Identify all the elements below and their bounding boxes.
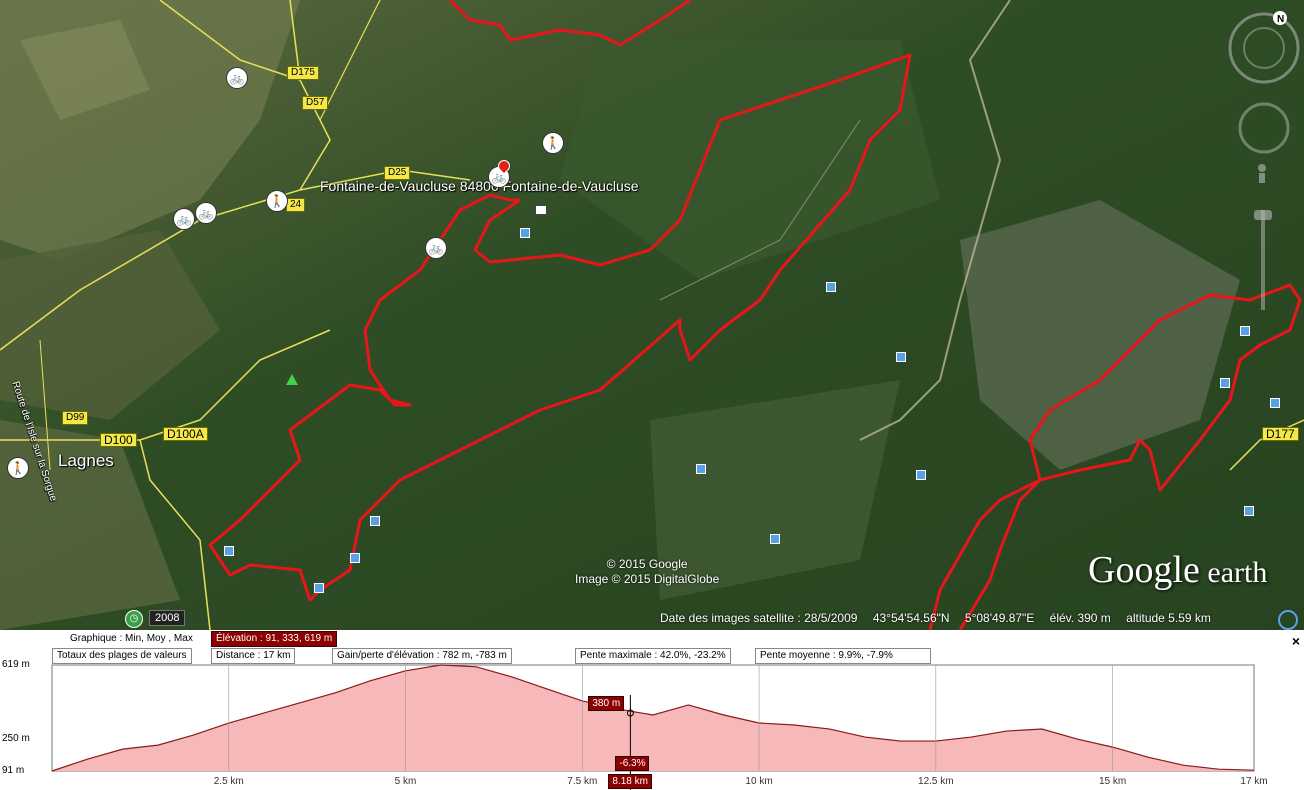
status-bar: Date des images satellite : 28/5/2009 43… — [660, 611, 1223, 625]
photo-pin-icon[interactable] — [1240, 326, 1250, 336]
photo-pin-icon[interactable] — [1244, 506, 1254, 516]
clock-icon[interactable]: ◷ — [125, 610, 143, 628]
road-tag-d99: D99 — [62, 411, 89, 425]
hiker-icon[interactable]: 🚶 — [7, 457, 29, 479]
imagery-date: Date des images satellite : 28/5/2009 — [660, 611, 858, 625]
map-view[interactable]: Fontaine-de-Vaucluse 84800 Fontaine-de-V… — [0, 0, 1304, 630]
cursor-slope-tooltip: -6.3% — [615, 756, 650, 771]
street-view-pegman-icon[interactable] — [1258, 164, 1266, 183]
hiker-icon[interactable]: 🚶 — [542, 132, 564, 154]
zoom-slider-icon[interactable] — [1254, 210, 1272, 310]
x-tick-label: 2.5 km — [213, 776, 244, 787]
elevation-stats[interactable]: Élévation : 91, 333, 619 m — [211, 631, 338, 647]
credit-google: © 2015 Google — [606, 557, 688, 571]
y-tick-label: 619 m — [2, 659, 30, 670]
x-tick-label: 7.5 km — [567, 776, 598, 787]
y-tick-label: 91 m — [2, 765, 25, 776]
cyclist-icon[interactable]: 🚲 — [425, 237, 447, 259]
x-tick-label: 17 km — [1240, 776, 1268, 787]
photo-pin-icon[interactable] — [896, 352, 906, 362]
road-tag-d100a: D100A — [163, 427, 208, 441]
look-joystick-icon[interactable] — [1238, 102, 1290, 154]
x-tick-label: 12.5 km — [918, 776, 954, 787]
google-earth-logo: Google earth — [1088, 549, 1268, 591]
satellite-terrain — [0, 0, 1304, 630]
photo-pin-icon[interactable] — [520, 228, 530, 238]
graph-mode-label: Graphique : Min, Moy , Max — [70, 633, 193, 644]
photo-pin-icon[interactable] — [350, 553, 360, 563]
refresh-icon[interactable] — [1278, 610, 1298, 630]
photo-pin-icon[interactable] — [916, 470, 926, 480]
hiker-icon[interactable]: 🚶 — [266, 190, 288, 212]
altitude-readout: altitude 5.59 km — [1126, 611, 1211, 625]
compass-ring-icon[interactable] — [1228, 12, 1300, 84]
elevation-chart[interactable] — [0, 660, 1304, 790]
imagery-year[interactable]: 2008 — [149, 610, 186, 626]
cyclist-icon[interactable]: 🚲 — [226, 67, 248, 89]
road-tag-d177: D177 — [1262, 427, 1299, 441]
elevation-readout: élév. 390 m — [1049, 611, 1111, 625]
road-tag-d57: D57 — [302, 96, 329, 110]
tree-icon[interactable] — [286, 374, 298, 385]
photo-pin-icon[interactable] — [696, 464, 706, 474]
road-tag-d175: D175 — [287, 66, 319, 80]
cursor-elevation-tooltip: 380 m — [588, 695, 625, 711]
compass-north-letter: N — [1277, 14, 1284, 25]
photo-icon[interactable] — [535, 205, 547, 215]
x-tick-label: 10 km — [745, 776, 773, 787]
cyclist-icon[interactable]: 🚲 — [173, 208, 195, 230]
place-label-lagnes[interactable]: Lagnes — [58, 451, 114, 471]
photo-pin-icon[interactable] — [314, 583, 324, 593]
photo-pin-icon[interactable] — [826, 282, 836, 292]
photo-pin-icon[interactable] — [770, 534, 780, 544]
road-tag-d25: D25 — [384, 166, 411, 180]
photo-pin-icon[interactable] — [1270, 398, 1280, 408]
navigation-controls[interactable]: N — [1226, 10, 1302, 310]
cyclist-icon[interactable]: 🚲 — [195, 202, 217, 224]
photo-pin-icon[interactable] — [224, 546, 234, 556]
y-tick-label: 250 m — [2, 733, 30, 745]
latitude: 43°54'54.56"N — [872, 611, 950, 625]
x-tick-label: 15 km — [1098, 776, 1127, 787]
road-tag-d100: D100 — [100, 433, 137, 447]
longitude: 5°08'49.87"E — [964, 611, 1035, 625]
photo-pin-icon[interactable] — [1220, 378, 1230, 388]
place-label-fontaine[interactable]: Fontaine-de-Vaucluse 84800 Fontaine-de-V… — [320, 178, 639, 194]
credit-digitalglobe: Image © 2015 DigitalGlobe — [575, 572, 720, 586]
road-tag-24: 24 — [286, 198, 306, 212]
imagery-credits: © 2015 Google Image © 2015 DigitalGlobe — [575, 557, 719, 587]
photo-pin-icon[interactable] — [370, 516, 380, 526]
cursor-distance-tooltip: 8.18 km — [608, 774, 652, 789]
x-tick-label: 5 km — [394, 776, 417, 787]
close-button[interactable]: × — [1292, 633, 1300, 649]
